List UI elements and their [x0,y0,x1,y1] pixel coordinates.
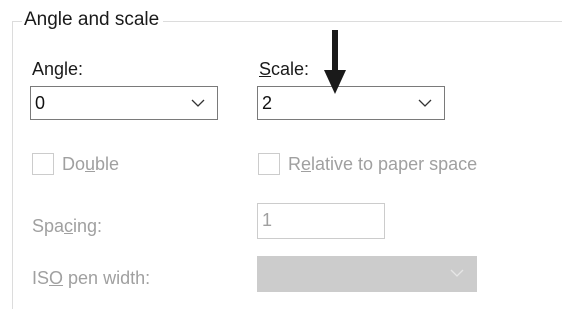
scale-dropdown-value: 2 [262,93,273,113]
double-label: Double [62,154,120,174]
relative-to-paper-space-label: Relative to paper space [288,154,478,174]
chevron-down-icon [191,99,205,107]
spacing-input-value: 1 [262,210,273,230]
group-box-title: Angle and scale [22,8,164,32]
hatch-settings-panel: Angle and scale Angle: 0 Scale: 2 Double… [0,0,562,309]
spacing-label: Spacing: [32,216,103,236]
angle-label: Angle: [32,59,84,79]
group-box-border-left [12,21,13,309]
angle-dropdown-value: 0 [35,93,46,113]
double-checkbox[interactable] [32,153,54,175]
chevron-down-icon [450,269,464,277]
spacing-input[interactable]: 1 [257,203,385,239]
relative-to-paper-space-checkbox[interactable] [258,153,280,175]
scale-dropdown[interactable]: 2 [257,86,445,120]
scale-label: Scale: [259,59,310,79]
arrow-down-icon [324,30,346,94]
iso-pen-width-dropdown[interactable] [257,256,477,292]
iso-pen-width-label: ISO pen width: [32,268,151,288]
angle-dropdown[interactable]: 0 [30,86,218,120]
chevron-down-icon [418,99,432,107]
